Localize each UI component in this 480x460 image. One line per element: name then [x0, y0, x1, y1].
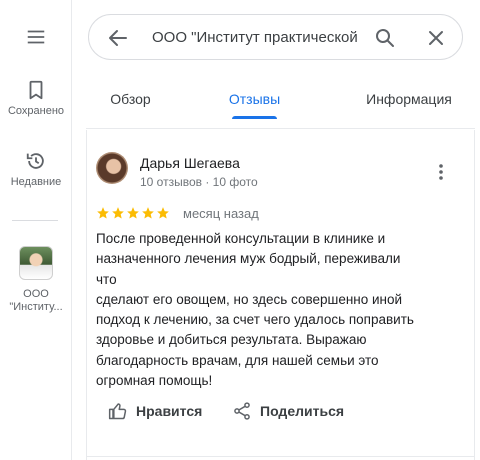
saved-button[interactable]: Сохранено: [0, 79, 72, 118]
recent-label: Недавние: [10, 176, 62, 188]
review-text-line: благодарность врачам, для нашей семьи эт…: [96, 352, 379, 368]
review-text-line: огромная помощь!: [96, 373, 213, 389]
star-icon: [112, 207, 124, 219]
review-text-line: После проведенной консультации в клинике…: [96, 231, 386, 246]
thumbs-up-icon: [108, 403, 127, 420]
menu-button[interactable]: [0, 26, 72, 48]
review-divider: [86, 456, 475, 457]
star-icon: [142, 207, 154, 219]
search-input[interactable]: ООО "Институт практической: [152, 28, 362, 48]
review-date: месяц назад: [183, 206, 259, 221]
share-button[interactable]: Поделиться: [232, 398, 344, 424]
rating-stars: [96, 206, 170, 222]
active-tab-indicator: [232, 116, 277, 119]
place-thumbnail: [19, 246, 53, 280]
reviewer-avatar[interactable]: [96, 152, 128, 184]
like-button[interactable]: Нравится: [108, 398, 202, 424]
like-label: Нравится: [136, 403, 203, 419]
review-text-line: подход к лечению, за счет чего удалось п…: [96, 312, 414, 328]
close-icon[interactable]: [424, 26, 448, 50]
search-bar[interactable]: ООО "Институт практической: [88, 14, 463, 60]
reviewer-name[interactable]: Дарья Шегаева: [140, 154, 240, 172]
review-text-line: здоровье и добиться результата. Выражаю: [96, 332, 367, 348]
saved-label: Сохранено: [7, 105, 65, 117]
hamburger-menu-icon: [27, 30, 45, 44]
history-icon: [26, 153, 44, 169]
star-icon: [97, 207, 109, 219]
star-icon: [127, 207, 139, 219]
share-label: Поделиться: [260, 403, 345, 419]
recent-place-line2: "Институ...: [9, 301, 63, 313]
review-text: После проведенной консультации в клинике…: [96, 229, 416, 391]
bookmark-icon: [29, 80, 43, 100]
recent-place-line1: ООО: [23, 288, 49, 300]
side-rail: Сохранено Недавние ООО "Институ...: [0, 0, 72, 460]
review-text-line: назначенного лечения муж бодрый, пережив…: [96, 251, 401, 287]
review-text-line: сделают его овощем, но здесь совершенно …: [96, 291, 403, 307]
reviewer-meta: 10 отзывов · 10 фото: [140, 175, 258, 189]
recent-place-button[interactable]: ООО "Институ...: [0, 246, 72, 314]
back-arrow-icon[interactable]: [106, 26, 130, 50]
rail-divider: [12, 220, 58, 221]
tab-reviews[interactable]: Отзывы: [218, 82, 291, 120]
more-options-icon[interactable]: [434, 162, 448, 182]
section-divider: [86, 128, 475, 129]
search-icon[interactable]: [373, 26, 397, 50]
tab-info[interactable]: Информация: [345, 82, 473, 120]
tab-overview[interactable]: Обзор: [93, 82, 168, 120]
share-icon: [234, 402, 250, 420]
star-icon: [157, 207, 169, 219]
recent-button[interactable]: Недавние: [0, 150, 72, 189]
